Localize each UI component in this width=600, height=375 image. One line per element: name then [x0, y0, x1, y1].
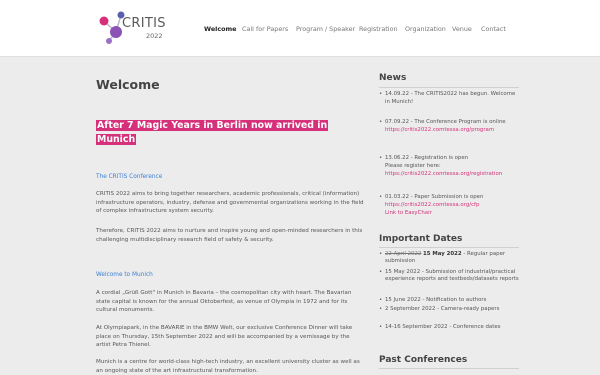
- news-item: • 07.09.22 - The Conference Program is o…: [379, 119, 506, 133]
- paragraph: Munich is a centre for world-class high-…: [96, 359, 360, 374]
- date-item: • 15 June 2022 - Notification to authors: [379, 297, 487, 303]
- logo-title: CRITIS: [122, 16, 166, 31]
- registration-link[interactable]: https://critis2022.comtessa.org/registra…: [385, 171, 502, 177]
- nav-organization[interactable]: Organization: [405, 25, 446, 33]
- nav-call-for-papers[interactable]: Call for Papers: [242, 25, 288, 33]
- bullet: •: [379, 297, 383, 303]
- bullet: •: [379, 119, 383, 125]
- nav-contact[interactable]: Contact: [481, 25, 506, 33]
- sidebar: News • 14.09.22 - The CRITIS2022 has beg…: [379, 57, 519, 375]
- section-heading-conference: The CRITIS Conference: [96, 174, 163, 180]
- bullet: •: [379, 91, 383, 97]
- cfp-link[interactable]: https://critis2022.comtessa.org/cfp: [385, 202, 479, 208]
- bullet: •: [379, 251, 383, 257]
- welcome-banner: After 7 Magic Years in Berlin now arrive…: [96, 119, 346, 146]
- divider: [379, 368, 519, 369]
- bullet: •: [379, 306, 383, 312]
- date-item: • 22 April 2022 15 May 2022 - Regular pa…: [379, 251, 506, 265]
- date-item: • 14-16 September 2022 - Conference date…: [379, 324, 501, 330]
- divider: [379, 87, 519, 88]
- news-heading: News: [379, 73, 407, 83]
- logo-year: 2022: [146, 32, 163, 40]
- easychair-link[interactable]: Link to EasyChair: [385, 210, 432, 216]
- banner-text: After 7 Magic Years in Berlin now arrive…: [96, 120, 329, 145]
- bullet: •: [379, 194, 383, 200]
- program-link[interactable]: https://critis2022.comtessa.org/program: [385, 127, 494, 133]
- paragraph: A cordial „Grüß Gott" in Munich in Bavar…: [96, 290, 352, 313]
- date-item: • 2 September 2022 - Camera-ready papers: [379, 306, 500, 312]
- divider: [379, 247, 519, 248]
- bullet: •: [379, 324, 383, 330]
- site-header: CRITIS 2022 Welcome Call for Papers Prog…: [0, 0, 600, 56]
- news-item: • 01.03.22 - Paper Submission is open htt…: [379, 194, 484, 216]
- news-item: • 13.06.22 - Registration is open Please …: [379, 155, 503, 177]
- news-item: • 14.09.22 - The CRITIS2022 has begun. W…: [379, 91, 516, 105]
- nav-welcome[interactable]: Welcome: [204, 25, 237, 33]
- section-heading-munich: Welcome to Munich: [96, 272, 153, 278]
- nav-program-speaker[interactable]: Program / Speaker: [296, 25, 355, 33]
- page-title: Welcome: [96, 77, 160, 92]
- past-conferences-heading: Past Conferences: [379, 355, 468, 365]
- bullet: •: [379, 155, 383, 161]
- important-dates-heading: Important Dates: [379, 234, 463, 244]
- nav-venue[interactable]: Venue: [452, 25, 472, 33]
- paragraph: CRITIS 2022 aims to bring together resea…: [96, 191, 364, 214]
- date-item: • 15 May 2022 - Submission of industrial…: [379, 269, 519, 283]
- paragraph: At Olympiapark, in the BAVARIE in the BM…: [96, 325, 353, 348]
- paragraph: Therefore, CRITIS 2022 aims to nurture a…: [96, 228, 363, 243]
- main-content: Welcome After 7 Magic Years in Berlin no…: [96, 57, 366, 375]
- bullet: •: [379, 269, 383, 275]
- nav-registration[interactable]: Registration: [359, 25, 398, 33]
